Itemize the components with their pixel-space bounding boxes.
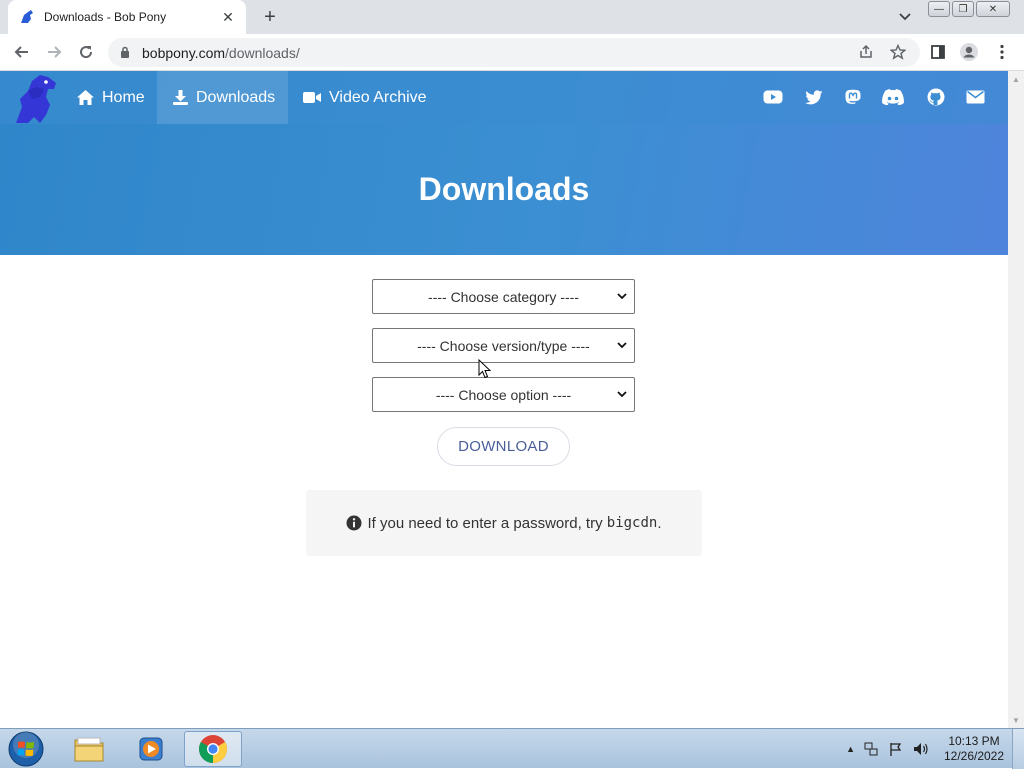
video-camera-icon	[303, 92, 321, 103]
window-close-button[interactable]: ✕	[976, 1, 1010, 17]
nav-home-label: Home	[102, 88, 145, 106]
bookmark-star-icon[interactable]	[888, 42, 908, 62]
clock-date: 12/26/2022	[943, 749, 1005, 763]
browser-tab[interactable]: Downloads - Bob Pony ✕	[8, 0, 246, 34]
password-value: bigcdn	[606, 515, 658, 531]
network-icon[interactable]	[863, 741, 879, 757]
option-select[interactable]: ---- Choose option ----	[372, 377, 635, 412]
download-icon	[173, 90, 188, 105]
new-tab-button[interactable]: +	[258, 6, 282, 28]
version-type-select[interactable]: ---- Choose version/type ----	[372, 328, 635, 363]
folder-icon	[74, 737, 104, 762]
tab-close-icon[interactable]: ✕	[220, 9, 236, 25]
forward-button[interactable]	[42, 40, 66, 64]
side-panel-icon[interactable]	[928, 42, 948, 62]
back-button[interactable]	[10, 40, 34, 64]
taskbar-chrome-button[interactable]	[184, 731, 242, 767]
nav-downloads-link[interactable]: Downloads	[157, 71, 288, 124]
password-note: If you need to enter a password, try big…	[306, 490, 702, 556]
twitter-icon[interactable]	[803, 86, 825, 108]
version-type-select-value: ---- Choose version/type ----	[417, 337, 590, 354]
action-center-flag-icon[interactable]	[888, 741, 904, 757]
info-circle-icon	[346, 515, 362, 531]
share-icon[interactable]	[856, 42, 876, 62]
tab-search-chevron-icon[interactable]	[895, 8, 915, 26]
option-select-value: ---- Choose option ----	[435, 386, 572, 403]
password-note-text: If you need to enter a password, try	[367, 514, 607, 532]
taskbar-clock[interactable]: 10:13 PM 12/26/2022	[936, 734, 1012, 764]
system-tray: ▲	[842, 729, 934, 769]
category-select[interactable]: ---- Choose category ----	[372, 279, 635, 314]
taskbar-explorer-button[interactable]	[60, 731, 118, 767]
reload-button[interactable]	[74, 40, 98, 64]
media-player-icon	[139, 737, 163, 761]
hero-banner: Home Downloads Video Archive Downloads	[0, 71, 1008, 255]
email-icon[interactable]	[964, 86, 986, 108]
chevron-down-icon	[617, 293, 627, 300]
mouse-cursor-icon	[478, 359, 492, 379]
nav-home-link[interactable]: Home	[64, 71, 157, 124]
github-icon[interactable]	[925, 86, 947, 108]
page-title: Downloads	[418, 171, 590, 207]
youtube-icon[interactable]	[762, 86, 784, 108]
address-bar[interactable]: bobpony.com/downloads/	[108, 38, 920, 67]
page-scrollbar[interactable]: ▲ ▼	[1008, 71, 1024, 728]
restore-button[interactable]: ❐	[952, 1, 974, 17]
show-desktop-button[interactable]	[1012, 729, 1024, 769]
scroll-down-arrow-icon[interactable]: ▼	[1012, 716, 1020, 725]
tray-expand-arrow-icon[interactable]: ▲	[846, 744, 855, 754]
minimize-button[interactable]: —	[928, 1, 950, 17]
tab-title: Downloads - Bob Pony	[44, 10, 167, 24]
site-navbar: Home Downloads Video Archive	[0, 71, 1008, 124]
chevron-down-icon	[617, 342, 627, 349]
volume-icon[interactable]	[912, 741, 930, 757]
nav-downloads-label: Downloads	[196, 88, 276, 106]
url-host: bobpony.com	[142, 44, 226, 61]
tab-strip: Downloads - Bob Pony ✕ + — ❐ ✕	[0, 0, 1024, 34]
category-select-value: ---- Choose category ----	[428, 288, 579, 305]
taskbar-media-player-button[interactable]	[122, 731, 180, 767]
windows-taskbar: ▲ 10:13 PM 12/26/2022	[0, 728, 1024, 769]
bobpony-logo[interactable]	[10, 73, 62, 125]
windows-orb-icon	[8, 731, 44, 767]
clock-time: 10:13 PM	[948, 734, 1000, 748]
browser-menu-icon[interactable]	[992, 42, 1012, 62]
nav-video-archive-link[interactable]: Video Archive	[290, 71, 439, 124]
chrome-icon	[199, 735, 227, 763]
password-note-period: .	[657, 514, 662, 532]
nav-video-archive-label: Video Archive	[329, 88, 427, 106]
start-button[interactable]	[6, 730, 46, 768]
download-button[interactable]: DOWNLOAD	[437, 427, 570, 466]
url-path: /downloads/	[225, 44, 300, 61]
lock-icon[interactable]	[120, 46, 132, 60]
profile-avatar-icon[interactable]	[959, 42, 979, 62]
mastodon-icon[interactable]	[842, 86, 864, 108]
window-controls: — ❐ ✕	[928, 1, 1010, 17]
scroll-up-arrow-icon[interactable]: ▲	[1012, 75, 1020, 84]
discord-icon[interactable]	[882, 86, 904, 108]
web-page: Home Downloads Video Archive Downloads -…	[0, 71, 1008, 728]
bobpony-favicon-icon	[18, 8, 36, 26]
chevron-down-icon	[617, 391, 627, 398]
home-icon	[77, 90, 94, 105]
browser-toolbar: bobpony.com/downloads/	[0, 34, 1024, 71]
